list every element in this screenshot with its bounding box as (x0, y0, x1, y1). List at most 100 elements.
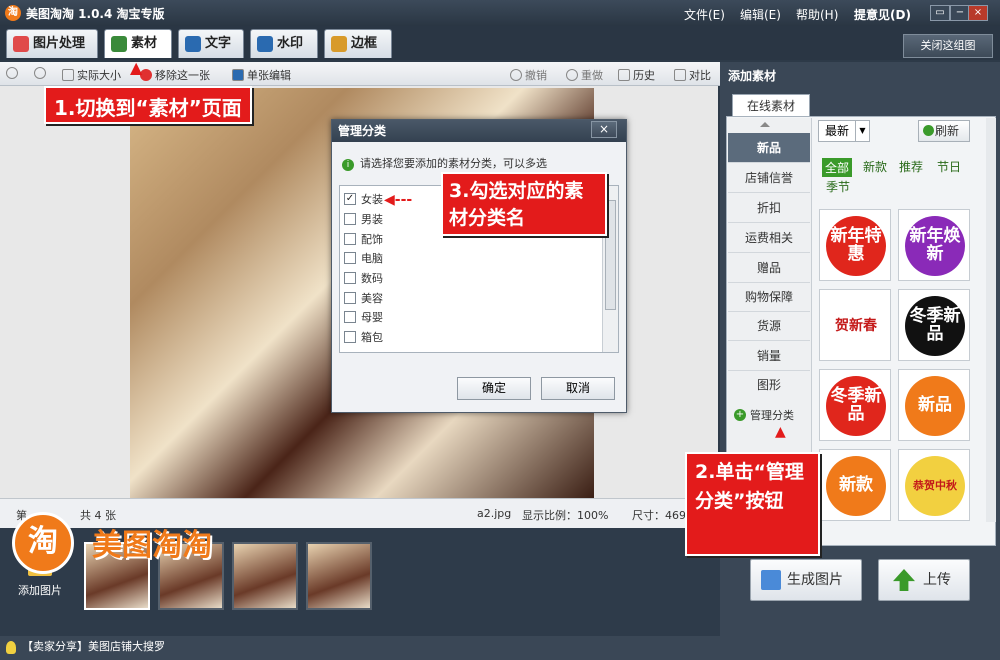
undo-button[interactable]: 撤销 (510, 67, 547, 83)
status-file: a2.jpg (477, 507, 512, 520)
checkbox-icon[interactable] (344, 331, 356, 343)
material-tile[interactable]: 冬季新品 (898, 289, 970, 361)
checkbox-icon[interactable] (344, 252, 356, 264)
single-edit-label: 单张编辑 (247, 69, 291, 82)
undo-label: 撤销 (525, 69, 547, 82)
option-label: 母婴 (361, 311, 383, 324)
redo-label: 重做 (581, 69, 603, 82)
checkbox-icon[interactable] (344, 272, 356, 284)
checkbox-checked-icon[interactable]: ✓ (344, 193, 356, 205)
material-tile[interactable]: 新款 (819, 449, 891, 521)
category-item[interactable]: 赠品 (728, 253, 810, 283)
tab-material[interactable]: 素材 (104, 29, 172, 58)
single-edit-button[interactable]: 单张编辑 (232, 67, 291, 83)
history-button[interactable]: 历史 (618, 67, 655, 83)
tab-text[interactable]: 文字 (178, 29, 244, 58)
tab-label: 图片处理 (33, 36, 86, 51)
ok-button[interactable]: 确定 (457, 377, 531, 400)
filter-season[interactable]: 季节 (826, 178, 850, 195)
category-item[interactable]: 折扣 (728, 193, 810, 223)
palette-icon (13, 36, 29, 52)
zoom-out-icon[interactable] (34, 67, 46, 79)
minimize-icon[interactable]: − (950, 5, 970, 21)
refresh-button[interactable]: 刷新 (918, 120, 970, 142)
cancel-button[interactable]: 取消 (541, 377, 615, 400)
checkbox-icon[interactable] (344, 311, 356, 323)
category-item[interactable]: 图形 (728, 370, 810, 400)
material-tile[interactable]: 新品 (898, 369, 970, 441)
checkbox-icon[interactable] (344, 213, 356, 225)
generate-image-button[interactable]: 生成图片 (750, 559, 862, 601)
panel-scrollbar[interactable] (986, 118, 996, 522)
sort-select[interactable]: 最新 ▼ (818, 120, 870, 142)
border-icon (331, 36, 347, 52)
category-option[interactable]: 箱包 (344, 329, 383, 345)
material-tile[interactable]: 冬季新品 (819, 369, 891, 441)
material-icon (111, 36, 127, 52)
category-option[interactable]: 数码 (344, 270, 383, 286)
close-group-button[interactable]: 关闭这组图 (903, 34, 993, 58)
tab-border[interactable]: 边框 (324, 29, 392, 58)
promo-link[interactable]: 【卖家分享】美图店铺大搜罗 (22, 640, 165, 653)
title-bar: 淘 美图淘淘 1.0.4 淘宝专版 文件(E) 编辑(E) 帮助(H) 提意见(… (0, 0, 1000, 26)
category-item[interactable]: 销量 (728, 341, 810, 371)
tab-online-material[interactable]: 在线素材 (732, 94, 810, 116)
plus-icon: + (734, 409, 746, 421)
category-item[interactable]: 货源 (728, 311, 810, 341)
filter-new[interactable]: 新款 (863, 158, 887, 175)
upload-button[interactable]: 上传 (878, 559, 970, 601)
category-option[interactable]: 母婴 (344, 309, 383, 325)
info-icon: i (342, 159, 354, 171)
dialog-close-icon[interactable]: × (591, 121, 617, 138)
option-label: 女装 (361, 193, 383, 206)
category-option[interactable]: 电脑 (344, 250, 383, 266)
filter-recommend[interactable]: 推荐 (899, 158, 923, 175)
compare-label: 对比 (689, 69, 711, 82)
checkbox-icon[interactable] (344, 292, 356, 304)
tab-watermark[interactable]: 水印 (250, 29, 318, 58)
filter-holiday[interactable]: 节日 (937, 158, 961, 175)
zoom-in-icon[interactable] (6, 67, 18, 79)
category-option[interactable]: 配饰 (344, 231, 383, 247)
menu-help[interactable]: 帮助(H) (796, 6, 838, 23)
menu-edit[interactable]: 编辑(E) (740, 6, 781, 23)
option-label: 美容 (361, 292, 383, 305)
close-icon[interactable]: × (968, 5, 988, 21)
thumbnail[interactable] (306, 542, 372, 610)
category-item[interactable]: 购物保障 (728, 282, 810, 312)
checkbox-icon[interactable] (344, 233, 356, 245)
material-tile[interactable]: 贺新春 (819, 289, 891, 361)
category-item[interactable]: 店铺信誉 (728, 163, 810, 193)
callout-step1: 1.切换到“素材”页面 (44, 86, 252, 124)
manage-category-button[interactable]: + 管理分类 (734, 407, 794, 423)
tab-image-process[interactable]: 图片处理 (6, 29, 98, 58)
option-label: 箱包 (361, 331, 383, 344)
material-tile[interactable]: 新年特惠 (819, 209, 891, 281)
category-option[interactable]: 美容 (344, 290, 383, 306)
material-badge: 冬季新品 (826, 376, 886, 436)
manage-category-label: 管理分类 (750, 409, 794, 422)
brand-name: 美图淘淘 (92, 528, 212, 563)
menu-feedback[interactable]: 提意见(D) (854, 6, 911, 23)
actual-size-button[interactable]: 实际大小 (62, 67, 121, 83)
redo-button[interactable]: 重做 (566, 67, 603, 83)
category-item[interactable]: 新品 (728, 133, 810, 163)
compare-button[interactable]: 对比 (674, 67, 711, 83)
arrow-left-icon: ◀--- (384, 192, 413, 208)
upload-label: 上传 (923, 572, 951, 588)
brand-circle-icon: 淘 (12, 512, 74, 574)
remove-button[interactable]: 移除这一张 (140, 67, 210, 83)
material-badge: 新年焕新 (905, 216, 965, 276)
category-option[interactable]: 男装 (344, 211, 383, 227)
scroll-up-icon[interactable] (760, 122, 770, 127)
category-option[interactable]: ✓ 女装 (344, 191, 383, 207)
filter-all[interactable]: 全部 (822, 158, 853, 177)
status-ratio: 显示比例：100% (522, 509, 609, 522)
menu-file[interactable]: 文件(E) (684, 6, 725, 23)
option-label: 男装 (361, 213, 383, 226)
material-tile[interactable]: 新年焕新 (898, 209, 970, 281)
material-tile[interactable]: 恭贺中秋 (898, 449, 970, 521)
restore-icon[interactable]: ▭ (930, 5, 950, 21)
panel-title: 添加素材 (728, 69, 777, 83)
category-item[interactable]: 运费相关 (728, 223, 810, 253)
